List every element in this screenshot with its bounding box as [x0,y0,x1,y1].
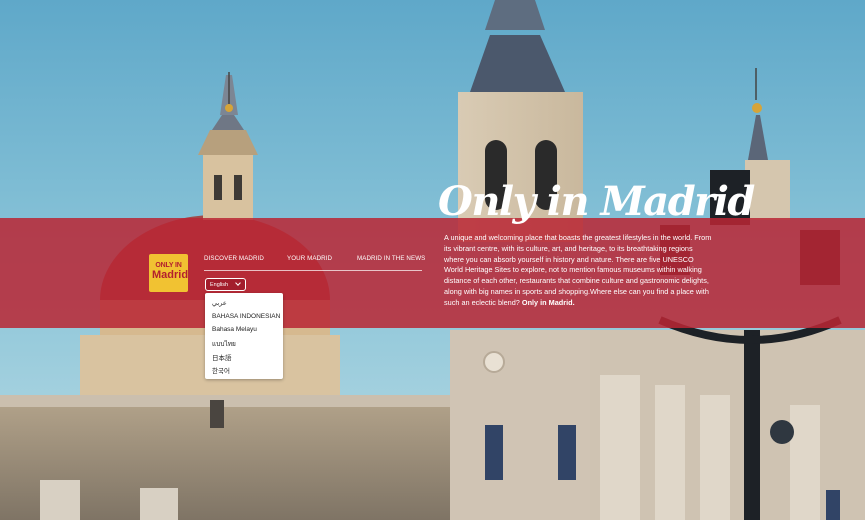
hero-description: A unique and welcoming place that boasts… [444,233,714,309]
language-option-korean[interactable]: 한국어 [212,365,230,375]
language-select[interactable]: English [205,278,246,291]
language-dropdown: عربي BAHASA INDONESIAN Bahasa Melayu แบบ… [205,293,283,379]
language-selected-value: English [210,282,229,288]
language-option-arabic[interactable]: عربي [212,299,227,307]
logo-line2: Madrid [152,269,189,281]
chevron-down-icon [235,280,241,286]
language-option-malay[interactable]: Bahasa Melayu [212,326,257,333]
only-in-madrid-logo[interactable]: ONLY IN Madrid [149,254,188,292]
logo-line1: ONLY IN [155,262,182,269]
nav-madrid-in-the-news[interactable]: MADRID IN THE NEWS [357,255,425,262]
hero-description-text: A unique and welcoming place that boasts… [444,233,712,307]
hero-description-bold: Only in Madrid. [521,297,575,307]
language-option-japanese[interactable]: 日本語 [212,352,232,362]
nav-your-madrid[interactable]: YOUR MADRID [287,255,332,262]
hero-band [0,218,865,328]
hero-title: Only in Madrid [438,178,755,225]
language-option-thai[interactable]: แบบไทย [212,339,236,349]
language-option-indonesian[interactable]: BAHASA INDONESIAN [212,313,280,320]
nav-divider [204,270,422,271]
nav-discover-madrid[interactable]: DISCOVER MADRID [204,255,264,262]
